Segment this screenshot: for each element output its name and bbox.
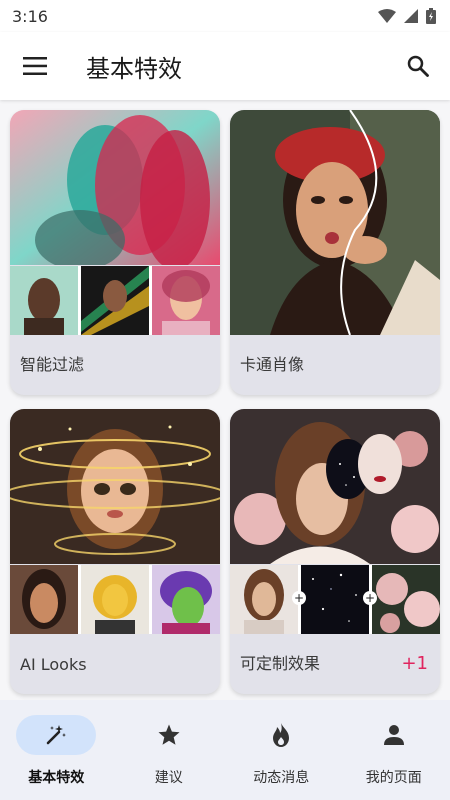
nav-item-suggestions[interactable]: 建议 xyxy=(113,700,226,800)
thumbnail-image xyxy=(10,565,78,634)
nav-item-basic-effects[interactable]: 基本特效 xyxy=(0,700,113,800)
plus-icon: + xyxy=(292,591,306,605)
status-time: 3:16 xyxy=(12,6,48,26)
thumbnail-image xyxy=(230,565,298,634)
card-label: 可定制效果 xyxy=(240,654,321,673)
effects-grid: 智能过滤 卡通肖像 AI Looks + + 可定制效果 +1 xyxy=(0,100,450,698)
card-label: 卡通肖像 xyxy=(240,355,305,374)
thumbnail-image xyxy=(301,565,369,634)
nav-item-my-page[interactable]: 我的页面 xyxy=(338,700,450,800)
thumbnail-image xyxy=(10,266,78,335)
cartoon-portrait-image xyxy=(230,110,440,335)
effect-card-customizable-effects[interactable]: + + 可定制效果 +1 xyxy=(230,409,440,694)
effect-card-cartoon-portrait[interactable]: 卡通肖像 xyxy=(230,110,440,395)
nav-label: 动态消息 xyxy=(253,770,310,786)
bottom-navigation: 基本特效 建议 动态消息 我的页面 xyxy=(0,700,450,800)
card-media xyxy=(10,409,220,634)
nav-icon-container xyxy=(129,715,209,755)
thumbnail-strip xyxy=(230,565,440,634)
thumbnail-image xyxy=(372,565,440,634)
nav-item-feed[interactable]: 动态消息 xyxy=(225,700,338,800)
menu-button[interactable] xyxy=(0,32,70,100)
nav-icon-container xyxy=(354,715,434,755)
nav-active-indicator xyxy=(16,715,97,755)
thumbnail-image xyxy=(81,266,149,335)
magic-wand-icon xyxy=(46,725,67,745)
search-button[interactable] xyxy=(388,32,448,100)
plus-icon: + xyxy=(363,591,377,605)
thumbnail-image xyxy=(152,565,220,634)
thumbnail-image xyxy=(152,266,220,335)
count-badge: +1 xyxy=(401,653,428,674)
wifi-icon xyxy=(378,9,396,23)
status-bar: 3:16 xyxy=(0,0,450,32)
effect-card-smart-filter[interactable]: 智能过滤 xyxy=(10,110,220,395)
card-label: AI Looks xyxy=(20,655,87,674)
flame-icon xyxy=(273,723,290,747)
nav-label: 我的页面 xyxy=(365,770,422,786)
card-media: + + xyxy=(230,409,440,634)
smart-filter-hero-image xyxy=(10,110,220,265)
thumbnail-strip xyxy=(10,266,220,335)
star-icon xyxy=(158,724,180,745)
cellular-icon xyxy=(404,9,418,23)
customizable-effects-hero-image xyxy=(230,409,440,564)
nav-icon-container xyxy=(241,715,321,755)
person-icon xyxy=(383,725,404,745)
page-title: 基本特效 xyxy=(86,54,182,83)
effect-card-ai-looks[interactable]: AI Looks xyxy=(10,409,220,694)
status-icons xyxy=(378,8,436,24)
ai-looks-hero-image xyxy=(10,409,220,564)
card-label: 智能过滤 xyxy=(20,355,85,374)
search-icon xyxy=(407,55,429,77)
card-media xyxy=(10,110,220,335)
menu-icon xyxy=(23,57,47,75)
nav-label: 建议 xyxy=(154,770,183,786)
battery-icon xyxy=(426,8,436,24)
app-bar: 基本特效 xyxy=(0,32,450,100)
nav-label: 基本特效 xyxy=(28,770,85,786)
thumbnail-image xyxy=(81,565,149,634)
thumbnail-strip xyxy=(10,565,220,634)
card-media xyxy=(230,110,440,335)
